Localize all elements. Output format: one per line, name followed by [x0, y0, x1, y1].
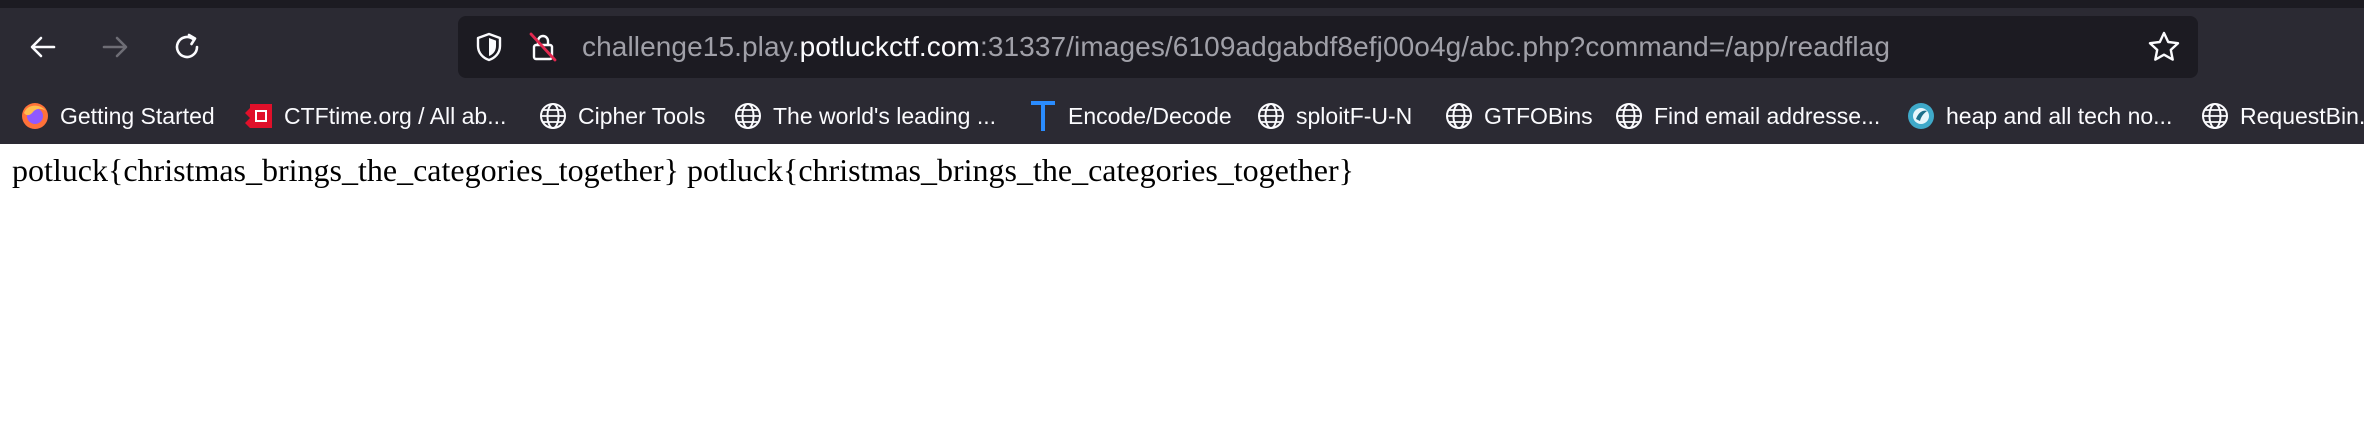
url-prefix: challenge15.play. — [582, 31, 800, 62]
insecure-lock-icon[interactable] — [526, 30, 560, 64]
bookmark-star-icon[interactable] — [2146, 29, 2182, 65]
bookmark-label: Getting Started — [60, 102, 215, 129]
bookmark-gtfobins[interactable]: GTFOBins — [1444, 92, 1593, 140]
url-path: :31337/images/6109adgabdf8efj00o4g/abc.p… — [979, 31, 1891, 62]
forward-button[interactable] — [88, 20, 142, 74]
address-bar[interactable]: challenge15.play.potluckctf.com:31337/im… — [458, 16, 2198, 78]
bookmark-worlds-leading[interactable]: The world's leading ... — [733, 92, 996, 140]
arrow-right-icon — [102, 36, 128, 58]
bookmark-requestbin[interactable]: RequestBin. — [2200, 92, 2364, 140]
bookmark-label: CTFtime.org / All ab... — [284, 102, 507, 129]
bookmark-label: heap and all tech no... — [1946, 102, 2173, 129]
globe-icon — [538, 101, 568, 131]
reload-button[interactable] — [160, 20, 214, 74]
navigation-toolbar: challenge15.play.potluckctf.com:31337/im… — [0, 8, 2364, 88]
bookmark-heap-tech[interactable]: heap and all tech no... — [1906, 92, 2172, 140]
bookmark-label: Find email addresse... — [1654, 102, 1881, 129]
url-domain: potluckctf.com — [799, 31, 980, 62]
firefox-icon — [20, 101, 50, 131]
back-button[interactable] — [16, 20, 70, 74]
bookmark-cipher-tools[interactable]: Cipher Tools — [538, 92, 705, 140]
tab-strip — [0, 0, 2364, 8]
ctftime-icon — [244, 101, 274, 131]
bookmark-find-email[interactable]: Find email addresse... — [1614, 92, 1880, 140]
globe-icon — [1444, 101, 1474, 131]
page-body-text: potluck{christmas_brings_the_categories_… — [12, 152, 1354, 188]
bookmarks-toolbar: Getting Started CTFtime.org / All ab... … — [0, 92, 2364, 140]
globe-icon — [2200, 101, 2230, 131]
globe-icon — [733, 101, 763, 131]
bookmark-label: RequestBin. — [2240, 102, 2364, 129]
t-icon — [1028, 101, 1058, 131]
shield-icon[interactable] — [472, 30, 506, 64]
arrow-left-icon — [30, 36, 56, 58]
bookmark-ctftime[interactable]: CTFtime.org / All ab... — [244, 92, 506, 140]
bookmark-encode-decode[interactable]: Encode/Decode — [1028, 92, 1232, 140]
reload-icon — [175, 33, 199, 59]
blog-icon — [1906, 101, 1936, 131]
bookmark-label: Cipher Tools — [578, 102, 706, 129]
bookmark-label: Encode/Decode — [1068, 102, 1232, 129]
globe-icon — [1256, 101, 1286, 131]
bookmark-sploitfun[interactable]: sploitF-U-N — [1256, 92, 1412, 140]
bookmark-label: GTFOBins — [1484, 102, 1593, 129]
globe-icon — [1614, 101, 1644, 131]
browser-chrome: challenge15.play.potluckctf.com:31337/im… — [0, 0, 2364, 144]
bookmark-getting-started[interactable]: Getting Started — [20, 92, 215, 140]
bookmark-label: The world's leading ... — [773, 102, 997, 129]
url-text[interactable]: challenge15.play.potluckctf.com:31337/im… — [582, 16, 1890, 78]
bookmark-label: sploitF-U-N — [1296, 102, 1413, 129]
